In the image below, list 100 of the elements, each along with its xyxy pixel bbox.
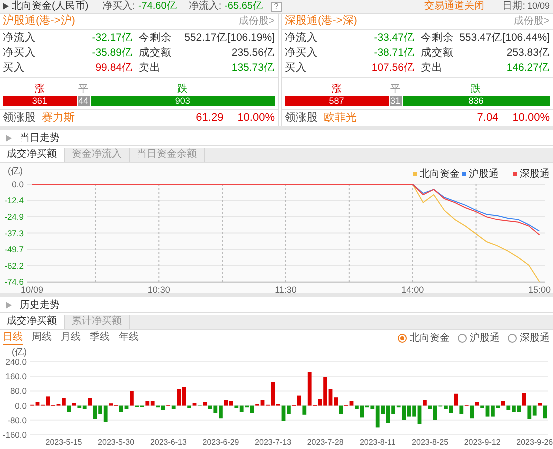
value: -74.60亿 xyxy=(138,2,177,12)
period-tab[interactable]: 月线 xyxy=(61,332,81,345)
tab[interactable]: 成交净买额 xyxy=(0,315,65,329)
stat-label: 买入 xyxy=(285,60,307,76)
stock-link[interactable]: 赛力斯 xyxy=(42,110,75,126)
stat-label: 今剩余 xyxy=(421,30,454,46)
radio-button[interactable] xyxy=(398,334,407,343)
breadth-bar-segment: 44 xyxy=(76,96,90,106)
triangle-icon xyxy=(6,302,12,308)
period-tab[interactable]: 日线 xyxy=(3,332,23,345)
legend-marker xyxy=(462,172,466,176)
label: 净流入: xyxy=(188,2,222,12)
constituents-link[interactable]: 成份股> xyxy=(239,14,275,29)
axis-label: 2023-5-30 xyxy=(98,438,135,447)
change-text: 10.00% xyxy=(512,110,550,126)
stat-label: 净流入 xyxy=(285,30,318,46)
label: 领涨股 xyxy=(285,110,318,126)
panel-title: 北向资金(人民币) xyxy=(12,2,89,12)
constituents-link[interactable]: 成份股> xyxy=(514,14,550,29)
radio-label: 沪股通 xyxy=(470,332,500,346)
stat-label: 净流入 xyxy=(3,30,36,46)
label: 领涨股 xyxy=(3,110,36,126)
breadth-bar-segment: 836 xyxy=(402,96,550,106)
axis-label: 10/09 xyxy=(21,285,44,295)
radio-label: 深股通 xyxy=(520,332,550,346)
axis-label: -74.6 xyxy=(4,277,24,287)
stat-label: 成交额 xyxy=(139,46,172,61)
breadth-label: 平 xyxy=(390,82,400,96)
axis-label: -24.9 xyxy=(4,212,24,222)
help-button[interactable]: ? xyxy=(270,2,282,12)
stat-label: 买入 xyxy=(3,60,25,76)
breadth-label: 涨 xyxy=(332,82,342,96)
label: 日期: xyxy=(502,2,526,12)
stat-value: -32.17亿 xyxy=(92,30,133,46)
axis-label: 15:00 xyxy=(528,285,551,295)
price-text: 61.29 xyxy=(196,110,224,126)
axis-label: -160.0 xyxy=(2,430,27,440)
legend-marker xyxy=(513,172,517,176)
legend-label: 沪股通 xyxy=(469,169,499,180)
breadth-label: 跌 xyxy=(470,82,481,96)
axis-label: -37.3 xyxy=(4,228,24,238)
stat-value: -38.71亿 xyxy=(374,46,415,61)
breadth-label: 平 xyxy=(78,82,88,96)
axis-label: 2023-7-13 xyxy=(255,438,292,447)
stat-label: 今剩余 xyxy=(139,30,172,46)
stat-label: 净买入 xyxy=(3,46,36,61)
period-tab[interactable]: 年线 xyxy=(119,332,139,345)
panel-heading: 深股通(港->深) xyxy=(285,14,358,30)
axis-label: 0.0 xyxy=(12,180,24,190)
stat-label: 成交额 xyxy=(421,46,454,61)
axis-label: 2023-8-11 xyxy=(360,438,396,447)
axis-label: 2023-9-12 xyxy=(464,438,501,447)
stat-value: -33.47亿 xyxy=(374,30,415,46)
tab[interactable]: 成交净买额 xyxy=(0,148,65,162)
axis-label: 80.0 xyxy=(10,386,27,396)
axis-label: 2023-6-13 xyxy=(150,438,187,447)
section-title: 当日走势 xyxy=(20,132,60,146)
axis-label: 2023-6-29 xyxy=(202,438,240,447)
triangle-icon xyxy=(3,3,9,10)
axis-label: 2023-8-25 xyxy=(412,438,449,447)
stat-value: 552.17亿[106.19%] xyxy=(184,30,275,46)
date-text: 10/09 xyxy=(527,2,550,11)
radio-button[interactable] xyxy=(508,334,517,343)
period-tab[interactable]: 季线 xyxy=(90,332,110,345)
axis-label: 10:30 xyxy=(148,285,170,295)
period-tab[interactable]: 周线 xyxy=(32,332,52,345)
stat-value: 253.83亿 xyxy=(506,46,550,61)
stat-value: 553.47亿[106.44%] xyxy=(460,30,550,46)
breadth-label: 跌 xyxy=(177,82,188,96)
axis-unit: (亿) xyxy=(12,347,27,357)
stat-label: 卖出 xyxy=(139,60,161,76)
stat-label: 净买入 xyxy=(285,46,318,61)
triangle-icon xyxy=(6,134,12,142)
axis-unit: (亿) xyxy=(8,166,23,176)
breadth-bar-segment: 361 xyxy=(3,96,77,106)
change-text: 10.00% xyxy=(238,110,275,126)
stat-label: 卖出 xyxy=(421,60,443,76)
axis-label: 2023-7-28 xyxy=(307,438,344,447)
axis-label: 240.0 xyxy=(6,357,27,367)
stat-value: 235.56亿 xyxy=(232,46,275,61)
axis-label: -80.0 xyxy=(8,415,27,426)
axis-label: -62.2 xyxy=(4,260,24,271)
stat-value: 107.56亿 xyxy=(372,60,415,76)
price-text: 7.04 xyxy=(477,110,499,126)
axis-label: 2023-9-26 xyxy=(516,438,553,447)
radio-button[interactable] xyxy=(458,334,467,343)
radio-label: 北向资金 xyxy=(410,332,450,346)
breadth-bar-segment: 31 xyxy=(388,96,402,106)
label: 净买入: xyxy=(102,2,136,12)
axis-label: 0.0 xyxy=(15,400,27,411)
legend-label: 北向资金 xyxy=(420,169,460,180)
stat-value: 146.27亿 xyxy=(506,60,550,76)
status-text: 交易通道关闭 xyxy=(424,2,485,12)
legend-marker xyxy=(413,172,417,176)
axis-label: 14:00 xyxy=(402,285,424,295)
breadth-bar-segment: 903 xyxy=(90,96,275,106)
stock-link[interactable]: 欧菲光 xyxy=(324,110,357,126)
breadth-bar-segment: 587 xyxy=(285,96,389,106)
axis-label: -49.7 xyxy=(4,244,24,254)
axis-label: 160.0 xyxy=(6,372,27,382)
